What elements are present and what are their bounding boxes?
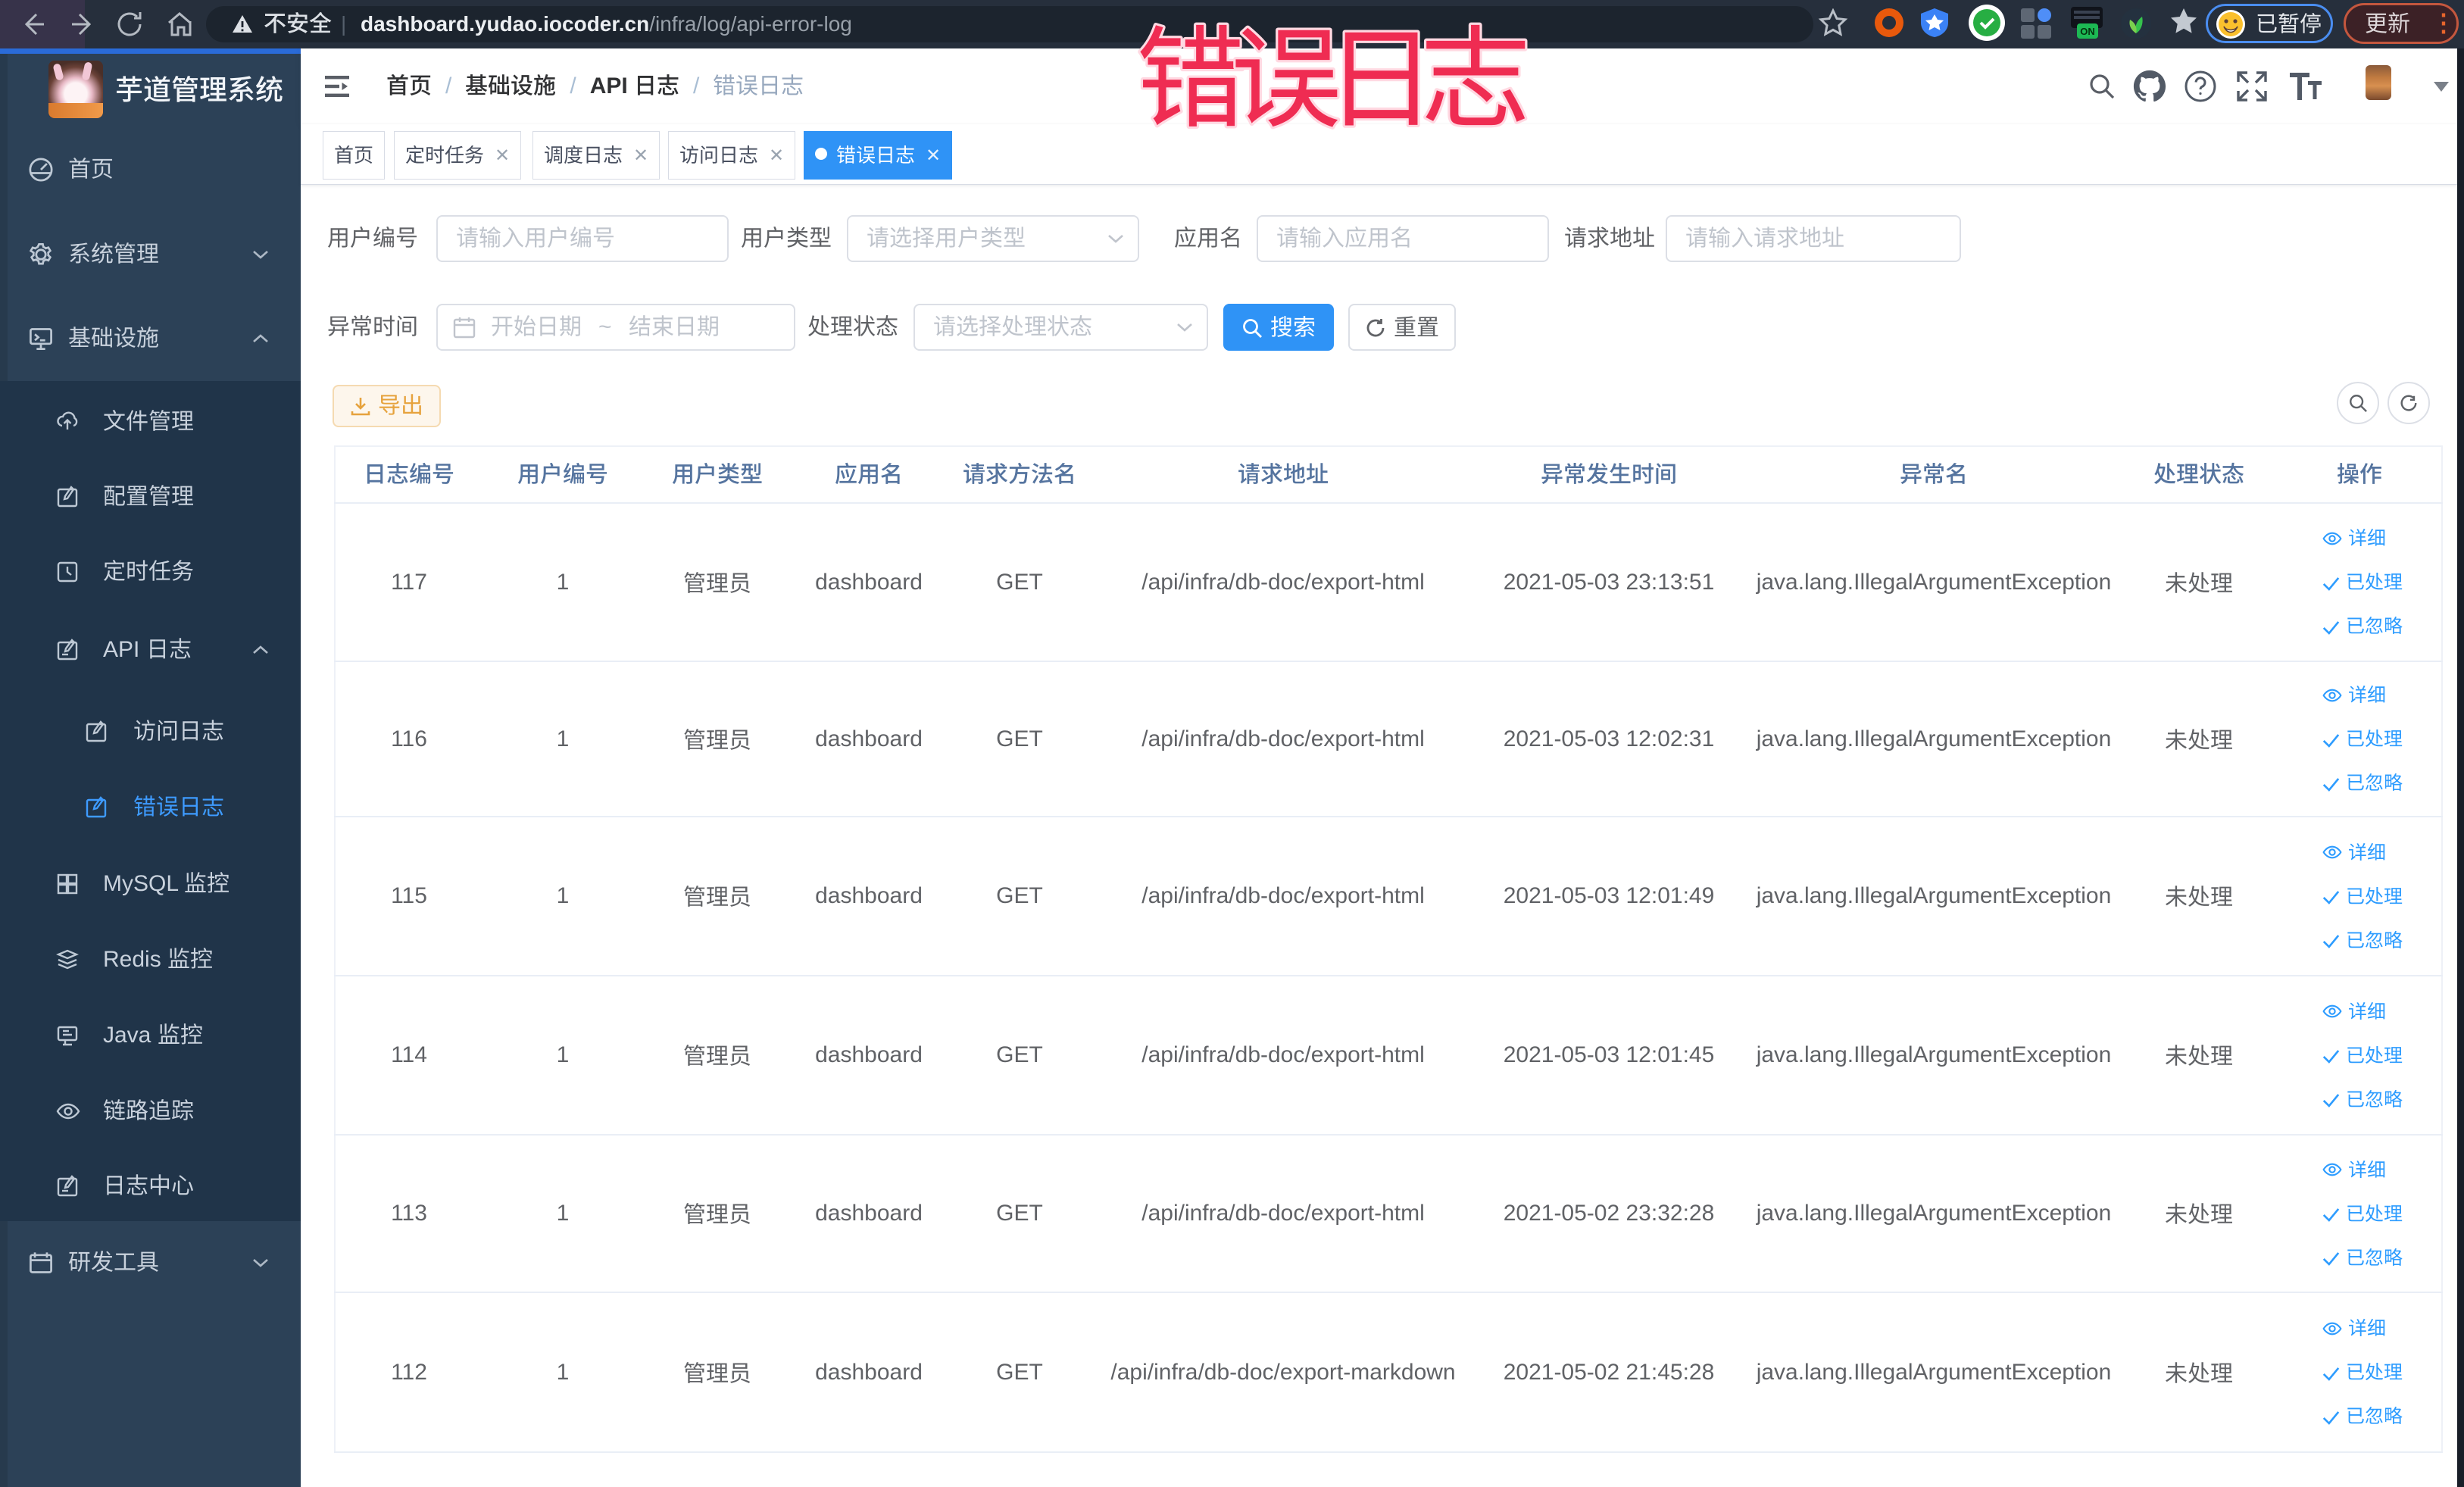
svg-text:ON: ON [2080,26,2095,37]
